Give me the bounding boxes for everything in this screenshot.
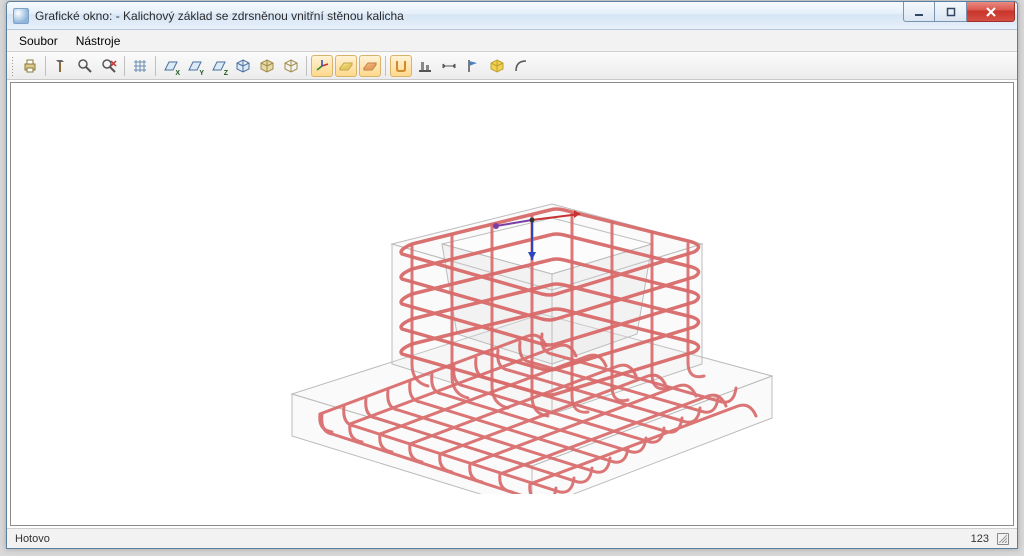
view-iso-button[interactable] xyxy=(232,55,254,77)
grid-button[interactable] xyxy=(129,55,151,77)
viewport-3d[interactable] xyxy=(10,82,1014,526)
zoom-button[interactable] xyxy=(74,55,96,77)
window-title: Grafické okno: - Kalichový základ se zdr… xyxy=(35,9,404,23)
close-button[interactable] xyxy=(967,2,1015,22)
cube-iso-icon xyxy=(235,58,251,74)
toolbar: X Y Z xyxy=(7,52,1017,80)
box-yellow-icon xyxy=(489,58,505,74)
magnifier-cancel-icon xyxy=(101,58,117,74)
titlebar[interactable]: Grafické okno: - Kalichový základ se zdr… xyxy=(7,2,1017,30)
magnifier-icon xyxy=(77,58,93,74)
menubar: Soubor Nástroje xyxy=(7,30,1017,52)
hammer-icon xyxy=(53,58,69,74)
minimize-button[interactable] xyxy=(903,2,935,22)
tool-box-button[interactable] xyxy=(486,55,508,77)
plane-yellow-button[interactable] xyxy=(335,55,357,77)
axes3d-button[interactable] xyxy=(311,55,333,77)
status-text: Hotovo xyxy=(15,533,50,545)
arc-icon xyxy=(513,58,529,74)
zoom-cancel-button[interactable] xyxy=(98,55,120,77)
statusbar: Hotovo 123 xyxy=(7,528,1017,548)
status-right: 123 xyxy=(971,533,989,545)
printer-icon xyxy=(22,58,38,74)
cube-wire-icon xyxy=(283,58,299,74)
print-button[interactable] xyxy=(19,55,41,77)
tool-arc-button[interactable] xyxy=(510,55,532,77)
cube-icon xyxy=(259,58,275,74)
tool-dim-button[interactable] xyxy=(438,55,460,77)
view-cube-button[interactable] xyxy=(256,55,278,77)
tool-flag-button[interactable] xyxy=(462,55,484,77)
dimension-icon xyxy=(441,58,457,74)
view-z-button[interactable]: Z xyxy=(208,55,230,77)
model-render xyxy=(232,114,792,494)
tool-u-button[interactable] xyxy=(390,55,412,77)
close-icon xyxy=(985,6,997,18)
grid-icon xyxy=(132,58,148,74)
view-x-button[interactable]: X xyxy=(160,55,182,77)
app-window: Grafické okno: - Kalichový základ se zdr… xyxy=(6,1,1018,549)
tool-align-button[interactable] xyxy=(414,55,436,77)
app-icon xyxy=(13,8,29,24)
minimize-icon xyxy=(914,7,924,17)
plane-orange-button[interactable] xyxy=(359,55,381,77)
slab-yellow-icon xyxy=(338,58,354,74)
u-shape-icon xyxy=(393,58,409,74)
window-controls xyxy=(903,2,1015,22)
align-bottom-icon xyxy=(417,58,433,74)
flag-icon xyxy=(465,58,481,74)
slab-orange-icon xyxy=(362,58,378,74)
view-y-button[interactable]: Y xyxy=(184,55,206,77)
axes3d-icon xyxy=(314,58,330,74)
tool-select-button[interactable] xyxy=(50,55,72,77)
menu-file[interactable]: Soubor xyxy=(11,32,66,50)
view-cube2-button[interactable] xyxy=(280,55,302,77)
maximize-icon xyxy=(946,7,956,17)
maximize-button[interactable] xyxy=(935,2,967,22)
menu-tools[interactable]: Nástroje xyxy=(68,32,129,50)
toolbar-grip[interactable] xyxy=(11,56,15,76)
resize-grip[interactable] xyxy=(997,533,1009,545)
